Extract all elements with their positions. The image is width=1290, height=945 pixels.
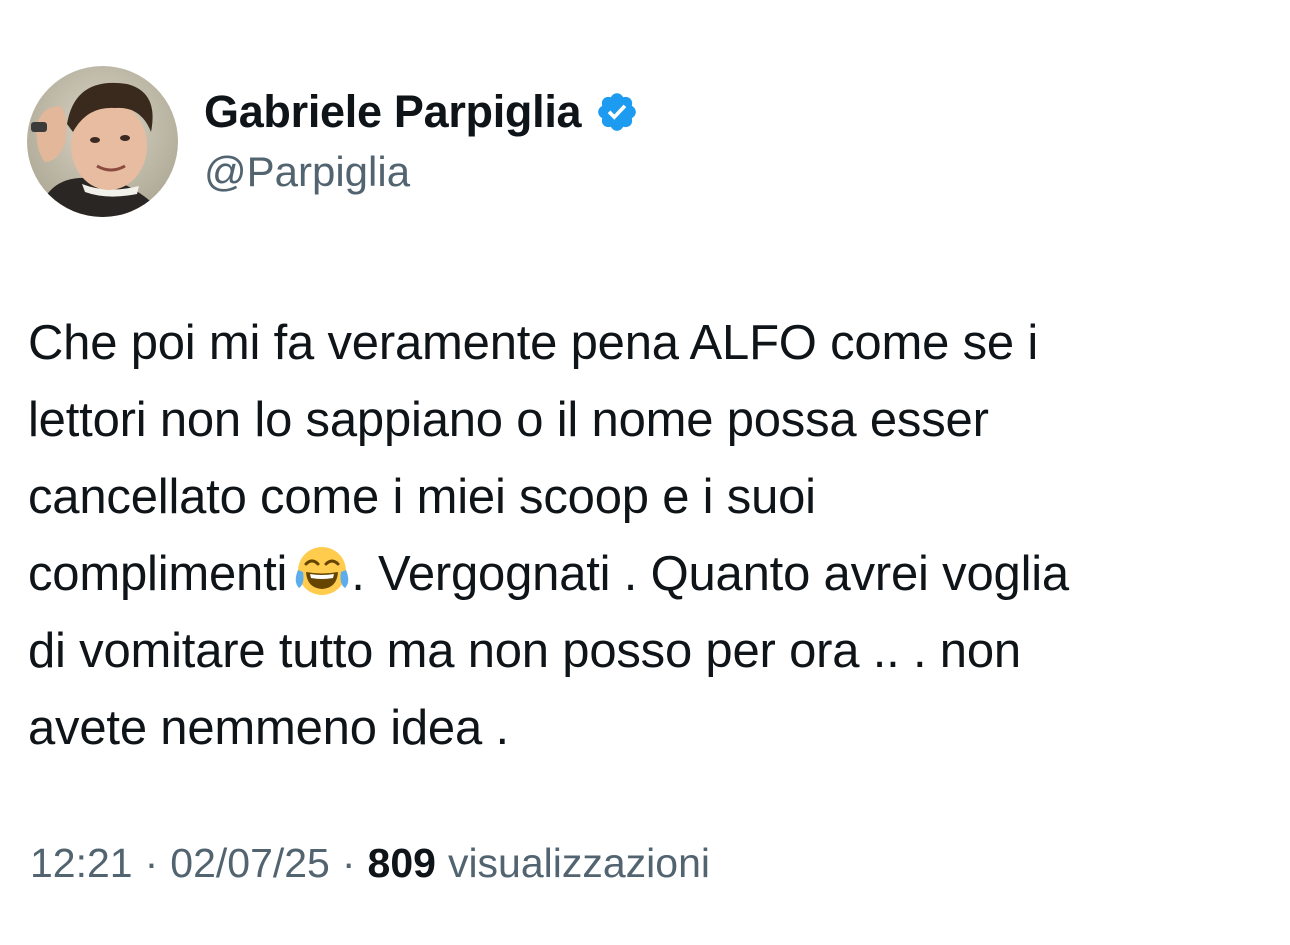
author-name-row: Gabriele Parpiglia [204, 84, 639, 140]
tweet-line: Che poi mi fa veramente pena ALFO come s… [28, 316, 1039, 370]
views-count[interactable]: 809 [368, 840, 436, 887]
avatar-photo [27, 66, 178, 217]
avatar[interactable] [27, 66, 178, 217]
author-display-name[interactable]: Gabriele Parpiglia [204, 86, 582, 138]
tweet-line: di vomitare tutto ma non posso per ora .… [28, 624, 1021, 678]
tweet-line-part: complimenti [28, 547, 288, 601]
verified-badge-icon[interactable] [595, 90, 639, 134]
views-label[interactable]: visualizzazioni [448, 840, 710, 887]
tweet-text: Che poi mi fa veramente pena ALFO come s… [28, 305, 1273, 767]
face-with-tears-of-joy-icon [293, 542, 351, 600]
tweet-card: Gabriele Parpiglia @Parpiglia Che poi mi… [0, 0, 1290, 945]
tweet-metadata: 12:21 · 02/07/25 · 809 visualizzazioni [30, 840, 710, 887]
tweet-date[interactable]: 02/07/25 [170, 840, 330, 887]
meta-separator: · [341, 840, 356, 886]
tweet-line-part: . Vergognati . Quanto avrei voglia [351, 547, 1069, 601]
tweet-line: lettori non lo sappiano o il nome possa … [28, 393, 989, 447]
meta-separator: · [144, 840, 159, 886]
tweet-line: cancellato come i miei scoop e i suoi [28, 470, 816, 524]
tweet-time[interactable]: 12:21 [30, 840, 133, 887]
author-handle[interactable]: @Parpiglia [204, 148, 410, 196]
tweet-line: avete nemmeno idea . [28, 701, 509, 755]
tweet-line-with-emoji: complimenti . Vergognati . Quanto avrei … [28, 536, 1273, 613]
